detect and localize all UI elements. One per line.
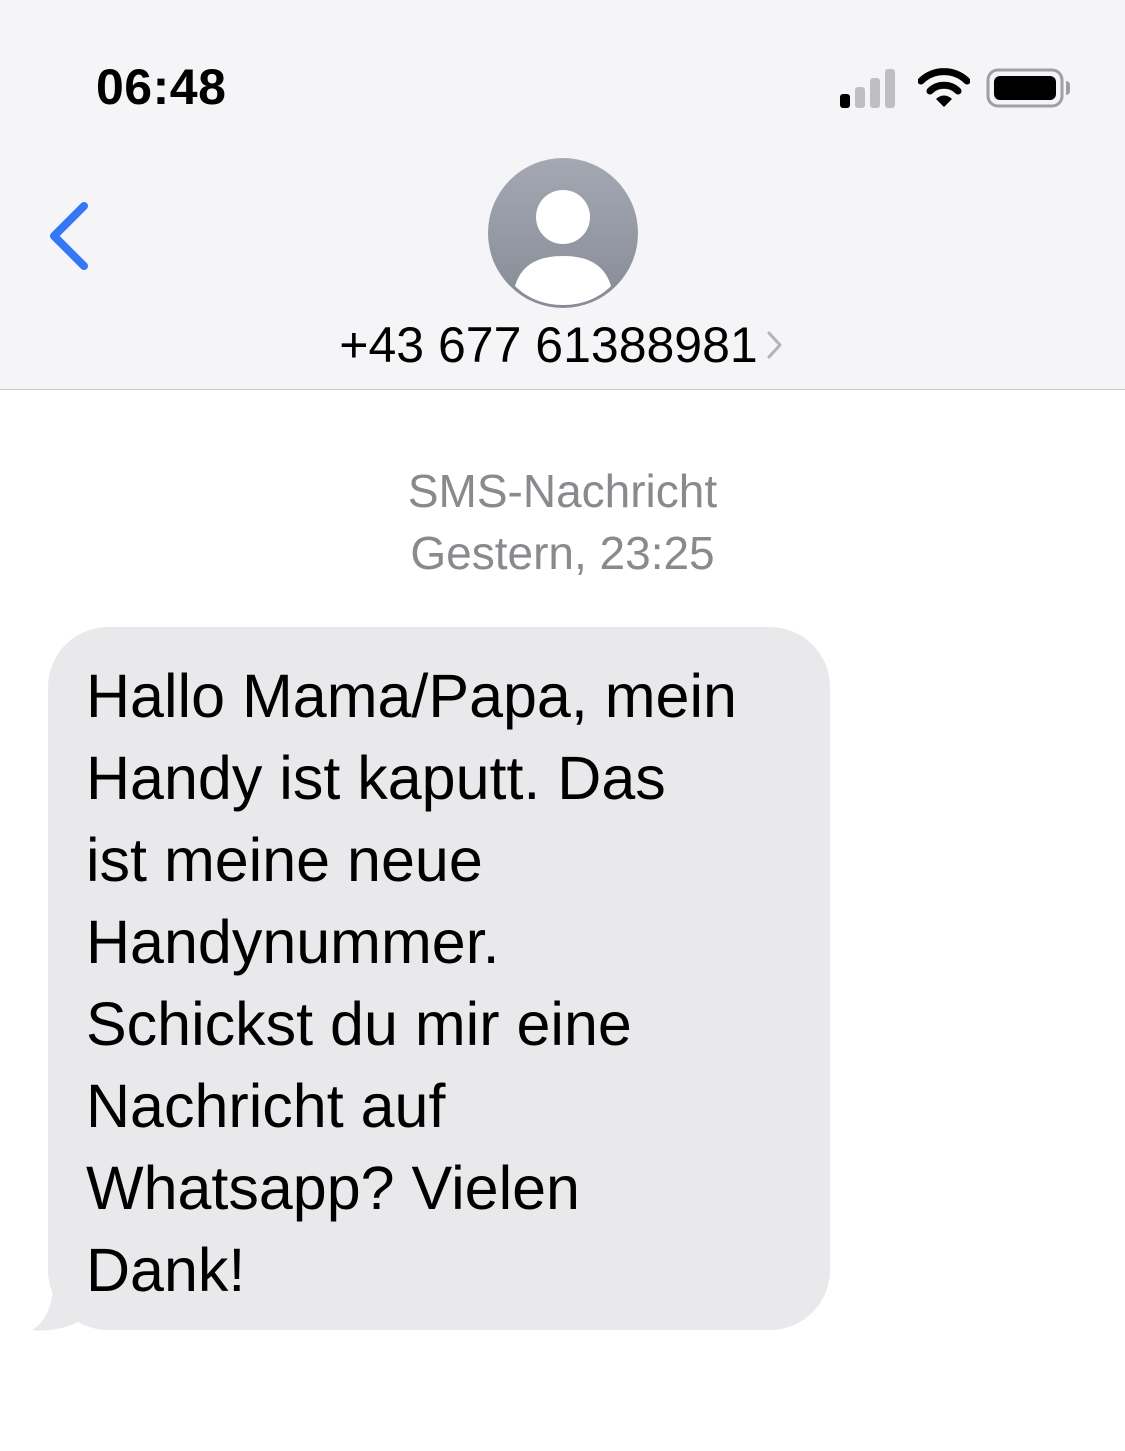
- service-label: SMS-Nachricht: [407, 465, 718, 517]
- message-timestamp: Gestern, 23:25: [410, 527, 715, 579]
- back-button[interactable]: [40, 196, 100, 276]
- message-line: Whatsapp? Vielen: [86, 1154, 580, 1222]
- status-time: 06:48: [96, 59, 227, 115]
- message-meta: SMS-Nachricht Gestern, 23:25: [0, 460, 1125, 584]
- navigation-header: 06:48 +43 677 61388981: [0, 0, 1125, 390]
- message-line: Handy ist kaputt. Das: [86, 744, 666, 812]
- status-icons: [838, 66, 1078, 114]
- wifi-icon: [918, 68, 970, 107]
- contact-title[interactable]: +43 677 61388981: [0, 312, 1125, 374]
- incoming-message-bubble[interactable]: Hallo Mama/Papa, mein Handy ist kaputt. …: [48, 627, 830, 1330]
- person-silhouette-icon: [515, 190, 611, 305]
- message-line: Handynummer.: [86, 908, 500, 976]
- message-text: Hallo Mama/Papa, mein Handy ist kaputt. …: [86, 655, 790, 1311]
- message-line: Dank!: [86, 1236, 246, 1304]
- message-line: ist meine neue: [86, 826, 483, 894]
- message-line: Nachricht auf: [86, 1072, 446, 1140]
- contact-number: +43 677 61388981: [339, 316, 758, 373]
- signal-icon: [840, 69, 895, 108]
- message-line: Hallo Mama/Papa, mein: [86, 662, 737, 730]
- battery-icon: [986, 68, 1070, 108]
- message-line: Schickst du mir eine: [86, 990, 632, 1058]
- chevron-right-icon: [767, 331, 782, 359]
- contact-avatar[interactable]: [488, 158, 638, 308]
- chevron-left-icon: [50, 202, 88, 270]
